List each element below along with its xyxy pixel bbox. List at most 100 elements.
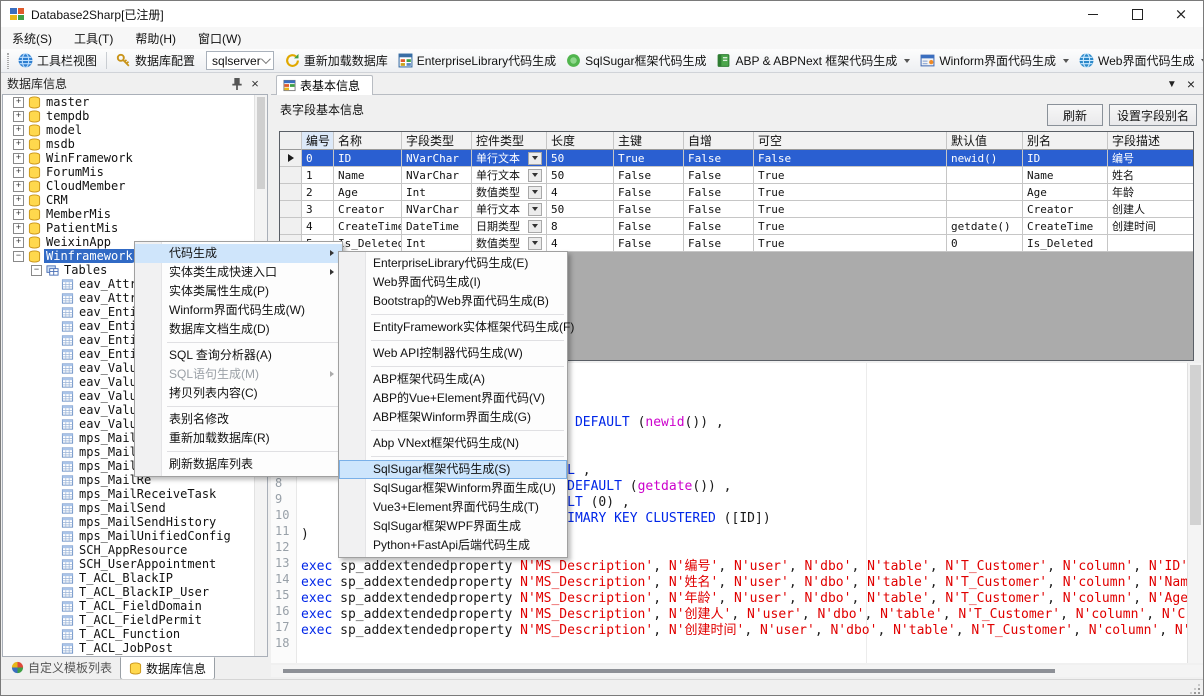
grid-column-header-10[interactable]: 字段描述 xyxy=(1108,132,1194,150)
panel-close-icon[interactable]: × xyxy=(247,76,263,92)
grid-cell[interactable]: True xyxy=(754,184,947,201)
grid-cell[interactable]: 4 xyxy=(302,218,334,235)
grid-column-header-4[interactable]: 长度 xyxy=(547,132,614,150)
grid-cell[interactable] xyxy=(1108,235,1194,252)
editor-hscroll-thumb[interactable] xyxy=(283,669,1055,673)
grid-row-3[interactable]: 3CreatorNVarChar单行文本50FalseFalseTrueCrea… xyxy=(280,201,1193,218)
tree-node-table-19[interactable]: SCH_AppResource xyxy=(61,543,267,557)
db-type-combo[interactable]: sqlserver xyxy=(206,51,274,70)
menubar-item-1[interactable]: 工具(T) xyxy=(63,27,124,49)
context-menu-item-2[interactable]: 实体类属性生成(P) xyxy=(135,282,342,301)
grid-cell[interactable]: 编号 xyxy=(1108,150,1194,167)
submenu-item-1[interactable]: Web界面代码生成(I) xyxy=(339,273,567,292)
context-menu-item-8[interactable]: 拷贝列表内容(C) xyxy=(135,384,342,403)
grid-cell[interactable]: 数值类型 xyxy=(472,235,547,252)
control-type-dropdown[interactable] xyxy=(528,186,542,199)
grid-cell[interactable]: 4 xyxy=(547,184,614,201)
grid-cell[interactable]: Age xyxy=(334,184,402,201)
grid-cell[interactable]: False xyxy=(684,201,754,218)
close-button[interactable]: × xyxy=(1159,1,1203,27)
grid-cell[interactable]: False xyxy=(754,150,947,167)
tree-node-table-16[interactable]: mps_MailSend xyxy=(61,501,267,515)
toolbar-view-button[interactable]: 工具栏视图 xyxy=(13,50,102,72)
tree-node-database-0[interactable]: +master xyxy=(13,95,267,109)
context-menu-item-13[interactable]: 刷新数据库列表 xyxy=(135,455,342,474)
context-menu-item-1[interactable]: 实体类生成快速入口 xyxy=(135,263,342,282)
submenu-item-8[interactable]: ABP框架代码生成(A) xyxy=(339,370,567,389)
control-type-dropdown[interactable] xyxy=(528,152,542,165)
tree-node-database-6[interactable]: +CloudMember xyxy=(13,179,267,193)
tree-expand-icon[interactable]: + xyxy=(13,223,24,234)
grid-cell[interactable]: ID xyxy=(334,150,402,167)
maximize-button[interactable] xyxy=(1115,1,1159,27)
grid-column-header-5[interactable]: 主键 xyxy=(614,132,684,150)
tree-expand-icon[interactable]: + xyxy=(13,97,24,108)
abp-codegen-button[interactable]: ABP & ABPNext 框架代码生成 xyxy=(711,50,915,72)
chevron-down-icon[interactable] xyxy=(904,59,910,63)
tree-node-database-9[interactable]: +PatientMis xyxy=(13,221,267,235)
grid-cell[interactable]: NVarChar xyxy=(402,201,472,218)
grid-column-header-0[interactable]: 编号 xyxy=(302,132,334,150)
grid-cell[interactable]: False xyxy=(614,218,684,235)
grid-cell[interactable]: 8 xyxy=(547,218,614,235)
grid-cell[interactable]: newid() xyxy=(947,150,1023,167)
tree-expand-icon[interactable]: + xyxy=(13,195,24,206)
grid-row-0[interactable]: 0IDNVarChar单行文本50TrueFalseFalsenewid()ID… xyxy=(280,150,1193,167)
grid-cell[interactable]: 50 xyxy=(547,167,614,184)
grid-cell[interactable]: True xyxy=(754,201,947,218)
refresh-button[interactable]: 刷新 xyxy=(1047,104,1103,126)
tree-node-table-17[interactable]: mps_MailSendHistory xyxy=(61,515,267,529)
submenu-item-15[interactable]: SqlSugar框架Winform界面生成(U) xyxy=(339,479,567,498)
tree-expand-icon[interactable]: + xyxy=(13,153,24,164)
grid-cell[interactable]: 创建时间 xyxy=(1108,218,1194,235)
grid-cell[interactable]: 单行文本 xyxy=(472,201,547,218)
grid-column-header-3[interactable]: 控件类型 xyxy=(472,132,547,150)
tree-expand-icon[interactable]: − xyxy=(13,251,24,262)
submenu-item-2[interactable]: Bootstrap的Web界面代码生成(B) xyxy=(339,292,567,311)
grid-cell[interactable]: Name xyxy=(1023,167,1108,184)
menubar-item-2[interactable]: 帮助(H) xyxy=(124,27,187,49)
doc-list-dropdown-icon[interactable]: ▼ xyxy=(1167,79,1177,90)
grid-cell[interactable] xyxy=(947,184,1023,201)
grid-cell[interactable]: 3 xyxy=(302,201,334,218)
winform-codegen-button[interactable]: Winform界面代码生成 xyxy=(915,50,1074,72)
submenu-item-10[interactable]: ABP框架Winform界面生成(G) xyxy=(339,408,567,427)
submenu-item-9[interactable]: ABP的Vue+Element界面代码(V) xyxy=(339,389,567,408)
menubar-item-3[interactable]: 窗口(W) xyxy=(187,27,252,49)
context-menu-item-4[interactable]: 数据库文档生成(D) xyxy=(135,320,342,339)
tree-node-table-15[interactable]: mps_MailReceiveTask xyxy=(61,487,267,501)
grid-cell[interactable]: True xyxy=(754,235,947,252)
tree-node-table-21[interactable]: T_ACL_BlackIP xyxy=(61,571,267,585)
tree-expand-icon[interactable]: + xyxy=(13,209,24,220)
grid-cell[interactable]: False xyxy=(684,235,754,252)
grid-cell[interactable]: CreateTime xyxy=(334,218,402,235)
grid-cell[interactable]: NVarChar xyxy=(402,150,472,167)
tree-scrollbar-thumb[interactable] xyxy=(257,97,265,189)
context-menu-item-6[interactable]: SQL 查询分析器(A) xyxy=(135,346,342,365)
grid-cell[interactable] xyxy=(947,167,1023,184)
grid-cell[interactable]: False xyxy=(614,167,684,184)
sqlsugar-codegen-button[interactable]: SqlSugar框架代码生成 xyxy=(561,50,711,72)
control-type-dropdown[interactable] xyxy=(528,169,542,182)
grid-cell[interactable]: False xyxy=(684,167,754,184)
tree-node-database-5[interactable]: +ForumMis xyxy=(13,165,267,179)
menubar-item-0[interactable]: 系统(S) xyxy=(1,27,63,49)
tree-expand-icon[interactable]: + xyxy=(13,181,24,192)
chevron-down-icon[interactable] xyxy=(1063,59,1069,63)
tree-node-database-8[interactable]: +MemberMis xyxy=(13,207,267,221)
grid-cell[interactable]: CreateTime xyxy=(1023,218,1108,235)
grid-cell[interactable]: 4 xyxy=(547,235,614,252)
context-menu-item-11[interactable]: 重新加载数据库(R) xyxy=(135,429,342,448)
minimize-button[interactable] xyxy=(1071,1,1115,27)
grid-column-header-6[interactable]: 自增 xyxy=(684,132,754,150)
tree-expand-icon[interactable]: − xyxy=(31,265,42,276)
tree-node-table-24[interactable]: T_ACL_FieldPermit xyxy=(61,613,267,627)
submenu-item-14[interactable]: SqlSugar框架代码生成(S) xyxy=(339,460,567,479)
submenu-item-16[interactable]: Vue3+Element界面代码生成(T) xyxy=(339,498,567,517)
grid-cell[interactable]: 数值类型 xyxy=(472,184,547,201)
tree-expand-icon[interactable]: + xyxy=(13,111,24,122)
grid-cell[interactable] xyxy=(947,201,1023,218)
grid-cell[interactable]: 单行文本 xyxy=(472,150,547,167)
grid-cell[interactable]: Int xyxy=(402,184,472,201)
grid-row-4[interactable]: 4CreateTimeDateTime日期类型8FalseFalseTruege… xyxy=(280,218,1193,235)
